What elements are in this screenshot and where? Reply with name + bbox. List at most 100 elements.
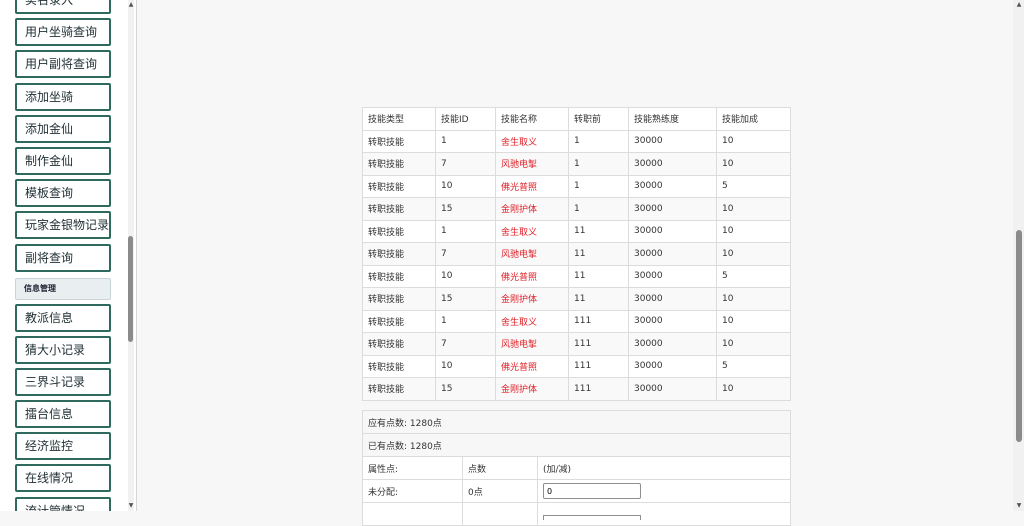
skill-bonus-cell: 10 [716,242,791,266]
skill-id-cell: 10 [435,264,496,288]
skill-name-cell: 风驰电掣 [495,242,569,266]
skill-bonus-header: 技能加成 [716,107,791,131]
table-row: 转职技能 15 金刚护体 11 30000 10 [362,287,791,311]
skill-proficiency-cell: 30000 [628,174,717,198]
page-scroll-down-icon[interactable]: ▼ [1015,502,1023,509]
before-transfer-cell: 11 [568,242,629,266]
unassigned-value: 0点 [462,479,538,503]
next-row-input-cell [536,502,792,526]
sidebar-item[interactable]: 擂台信息 [15,400,111,429]
sidebar-menu: 实名录入用户坐骑查询 用户副将查询 添加坐骑添加金仙制作金仙模板查询玩家金银物记录副… [15,0,111,511]
before-transfer-cell: 11 [568,219,629,243]
skill-bonus-cell: 5 [716,354,791,378]
should-have-points: 应有点数: 1280点 [361,410,792,434]
before-transfer-cell: 111 [568,332,629,356]
sidebar-item[interactable]: 经济监控 [15,432,111,461]
skill-bonus-cell: 10 [716,152,791,176]
attr-points-header: 属性点: [362,456,463,480]
skill-id-cell: 7 [435,332,496,356]
before-transfer-cell: 1 [568,152,629,176]
sidebar-scroll-up-icon[interactable]: ▲ [127,1,135,8]
sidebar-item[interactable]: 流计管情况 [15,496,111,511]
sidebar-item[interactable]: 添加坐骑 [15,82,111,111]
sidebar-item[interactable]: 教派信息 [15,303,111,332]
page-scroll-up-icon[interactable]: ▲ [1015,1,1023,8]
skill-id-cell: 15 [435,377,496,401]
before-transfer-cell: 111 [568,377,629,401]
sidebar: 实名录入用户坐骑查询 用户副将查询 添加坐骑添加金仙制作金仙模板查询玩家金银物记录副… [0,0,137,511]
skill-table: 技能类型 技能ID 技能名称 转职前 技能熟练度 技能加成 转职技能 1 舍生取义 1 30000… [362,107,791,401]
skill-bonus-cell: 10 [716,129,791,153]
sidebar-item[interactable]: 三界斗记录 [15,367,111,396]
sidebar-section-title: 信息管理 [15,277,111,300]
skill-type-cell: 转职技能 [362,219,436,243]
skill-proficiency-cell: 30000 [628,264,717,288]
skill-table-body: 转职技能 1 舍生取义 1 30000 10 转职技能 7 风驰电掣 1 30000 10 转职技能 10… [362,129,791,401]
page-scrollbar-thumb[interactable] [1016,230,1022,442]
table-row: 转职技能 1 舍生取义 11 30000 10 [362,219,791,243]
table-row: 转职技能 7 风驰电掣 1 30000 10 [362,152,791,176]
skill-proficiency-cell: 30000 [628,287,717,311]
sidebar-item[interactable]: 在线情况 [15,464,111,493]
skill-name-cell: 佛光普照 [495,354,569,378]
table-row: 转职技能 1 舍生取义 1 30000 10 [362,129,791,153]
next-row-input[interactable] [543,514,641,520]
main-content: 技能类型 技能ID 技能名称 转职前 技能熟练度 技能加成 转职技能 1 舍生取义 1 30000… [137,0,1013,526]
skill-name-cell: 金刚护体 [495,377,569,401]
skill-type-cell: 转职技能 [362,377,436,401]
unassigned-cell [536,479,792,503]
adjust-header: (加/减) [536,456,792,480]
skill-type-cell: 转职技能 [362,197,436,221]
skill-proficiency-cell: 30000 [628,242,717,266]
unassigned-input[interactable] [543,483,641,499]
points-count-header: 点数 [462,456,538,480]
sidebar-item[interactable]: 制作金仙 [15,146,111,175]
skill-bonus-cell: 10 [716,377,791,401]
before-transfer-cell: 111 [568,309,629,333]
skill-name-cell: 舍生取义 [495,129,569,153]
table-row: 转职技能 10 佛光普照 111 30000 5 [362,354,791,378]
sidebar-item[interactable]: 模板查询 [15,179,111,208]
skill-proficiency-cell: 30000 [628,309,717,333]
already-have-points: 已有点数: 1280点 [361,433,792,457]
skill-bonus-cell: 10 [716,332,791,356]
table-row: 转职技能 15 金刚护体 1 30000 10 [362,197,791,221]
skill-type-cell: 转职技能 [362,174,436,198]
skill-id-cell: 10 [435,354,496,378]
sidebar-item[interactable]: 玩家金银物记录 [15,211,111,240]
sidebar-item[interactable]: 猜大小记录 [15,335,111,364]
skill-name-cell: 风驰电掣 [495,152,569,176]
skill-proficiency-cell: 30000 [628,152,717,176]
sidebar-item[interactable]: 实名录入 [15,0,111,14]
table-row: 转职技能 15 金刚护体 111 30000 10 [362,377,791,401]
sidebar-scrollbar-thumb[interactable] [128,236,133,342]
skill-proficiency-cell: 30000 [628,377,717,401]
sidebar-item[interactable]: 添加金仙 [15,114,111,143]
skill-proficiency-cell: 30000 [628,219,717,243]
sidebar-item[interactable]: 副将查询 [15,243,111,272]
sidebar-scroll-down-icon[interactable]: ▼ [127,502,135,509]
skill-bonus-cell: 10 [716,309,791,333]
skill-id-cell: 7 [435,152,496,176]
skill-type-cell: 转职技能 [362,152,436,176]
sidebar-item[interactable]: 用户坐骑查询 [15,18,111,47]
table-row: 转职技能 10 佛光普照 11 30000 5 [362,264,791,288]
before-transfer-cell: 11 [568,264,629,288]
unassigned-label: 未分配: [362,479,463,503]
skill-name-cell: 金刚护体 [495,197,569,221]
skill-name-cell: 舍生取义 [495,309,569,333]
skill-type-cell: 转职技能 [362,332,436,356]
sidebar-item[interactable]: 用户副将查询 [15,50,111,79]
skill-type-cell: 转职技能 [362,309,436,333]
skill-table-header: 技能类型 技能ID 技能名称 转职前 技能熟练度 技能加成 [362,107,791,131]
skill-bonus-cell: 10 [716,197,791,221]
skill-id-cell: 1 [435,309,496,333]
next-row-cell [362,502,463,526]
skill-id-cell: 10 [435,174,496,198]
skill-id-cell: 1 [435,129,496,153]
skill-name-cell: 佛光普照 [495,264,569,288]
skill-proficiency-cell: 30000 [628,197,717,221]
skill-type-cell: 转职技能 [362,242,436,266]
skill-type-cell: 转职技能 [362,287,436,311]
skill-bonus-cell: 5 [716,264,791,288]
